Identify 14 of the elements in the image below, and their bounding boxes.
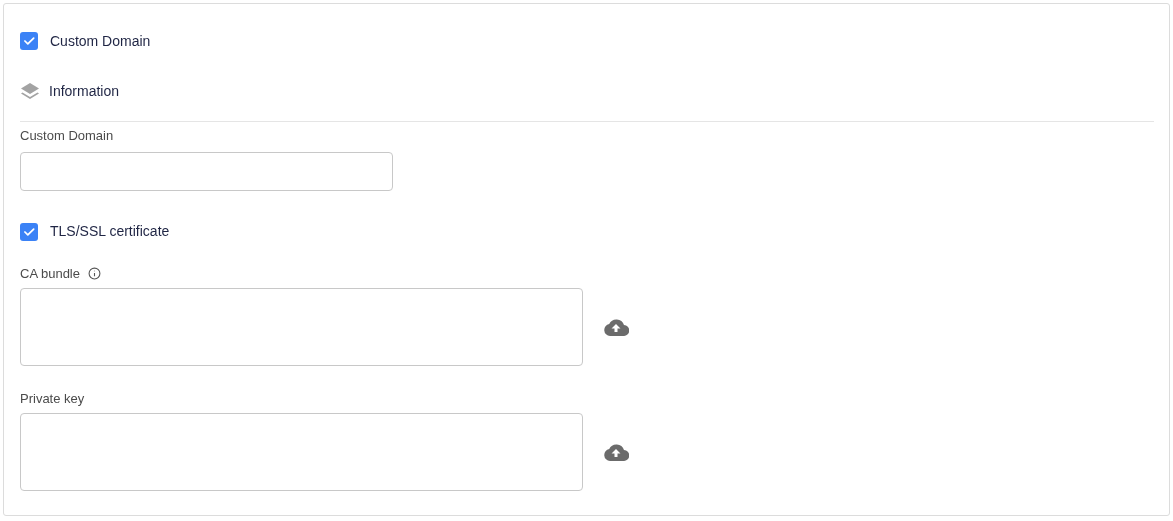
section-title: Information	[49, 82, 120, 101]
checkbox-label: TLS/SSL certificate	[50, 222, 170, 241]
checkbox-label: Custom Domain	[50, 31, 151, 51]
input-field[interactable]	[20, 151, 393, 191]
field-label: Custom Domain	[20, 127, 115, 145]
checkmark-icon	[22, 34, 36, 48]
field-label: CA bundle	[20, 264, 80, 283]
checkbox[interactable]	[20, 32, 38, 50]
info-icon[interactable]	[88, 267, 101, 280]
upload-cloud-icon[interactable]	[603, 317, 629, 336]
field-label: Private key	[20, 389, 85, 408]
checkbox[interactable]	[20, 222, 38, 241]
layers-icon	[20, 82, 40, 101]
upload-cloud-icon[interactable]	[603, 442, 629, 461]
